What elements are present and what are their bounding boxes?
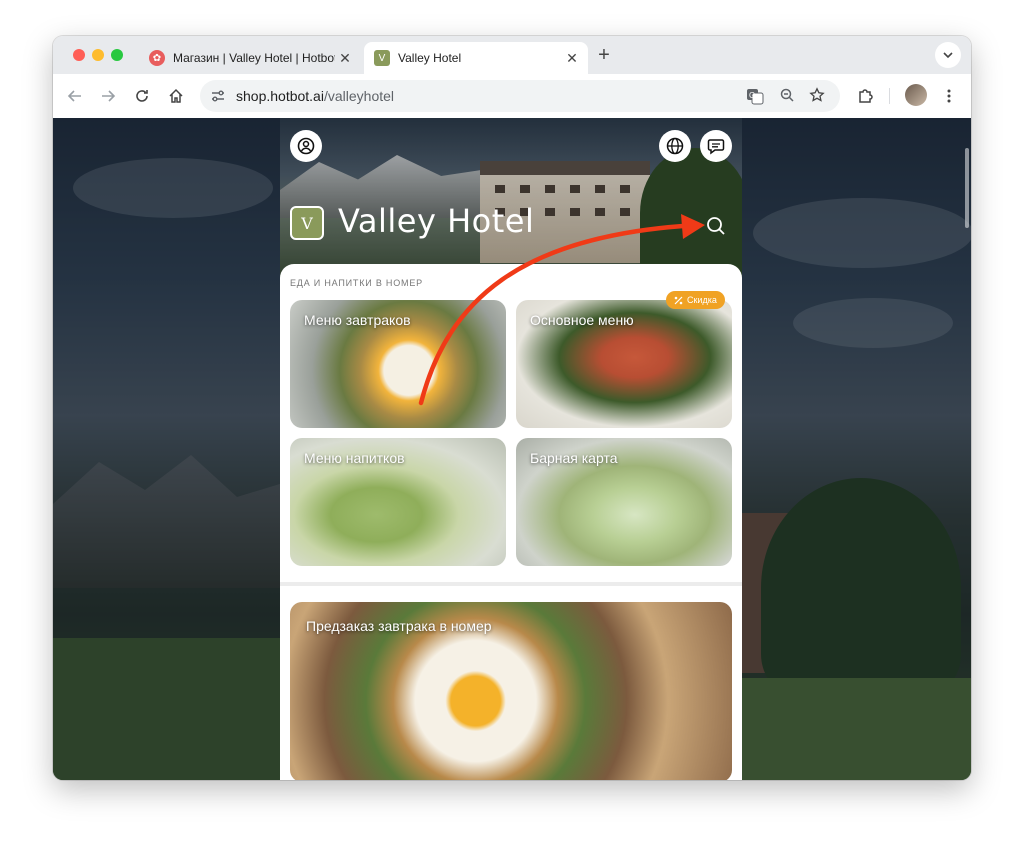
user-icon	[297, 137, 315, 155]
discount-badge: Скидка	[666, 291, 725, 309]
card-drinks-menu[interactable]: Меню напитков	[290, 438, 506, 566]
url-text[interactable]: shop.hotbot.ai/valleyhotel	[236, 88, 394, 104]
hotbot-favicon-icon: ✿	[149, 50, 165, 66]
site-settings-icon[interactable]	[210, 88, 226, 107]
reload-icon	[136, 90, 148, 102]
hotel-shop-app: V Valley Hotel ЕДА И НАПИТКИ В НОМЕР Мен…	[280, 118, 742, 780]
chat-icon	[707, 139, 725, 155]
card-label: Предзаказ завтрака в номер	[306, 618, 492, 634]
home-icon	[169, 88, 183, 103]
tab-shop[interactable]: ✿ Магазин | Valley Hotel | Hotbot ✕	[139, 42, 361, 74]
card-label: Основное меню	[530, 312, 634, 328]
puzzle-icon	[859, 89, 873, 103]
chevron-down-icon	[943, 52, 953, 59]
card-breakfast-preorder[interactable]: Предзаказ завтрака в номер	[290, 602, 732, 780]
tab-search-button[interactable]	[935, 42, 961, 68]
card-label: Барная карта	[530, 450, 618, 466]
profile-avatar[interactable]	[905, 84, 927, 106]
hotel-logo: V	[290, 206, 324, 240]
toolbar-separator	[889, 88, 890, 104]
svg-text:G: G	[749, 91, 755, 100]
logo-glyph: V	[301, 213, 313, 233]
section-divider	[280, 582, 742, 586]
close-tab-icon[interactable]: ✕	[562, 50, 582, 67]
back-button[interactable]	[63, 84, 87, 108]
url-path: /valleyhotel	[323, 88, 395, 104]
profile-button[interactable]	[290, 130, 322, 162]
search-button[interactable]	[704, 214, 728, 238]
browser-toolbar: shop.hotbot.ai/valleyhotel G	[53, 74, 971, 119]
tab-strip: ✿ Магазин | Valley Hotel | Hotbot ✕ V Va…	[53, 36, 971, 74]
new-tab-button[interactable]: +	[593, 44, 615, 67]
reload-button[interactable]	[130, 84, 154, 108]
hero-banner: V Valley Hotel	[280, 118, 742, 278]
tab-valley-hotel[interactable]: V Valley Hotel ✕	[364, 42, 588, 74]
maximize-window-button[interactable]	[111, 49, 123, 61]
forward-button[interactable]	[96, 84, 120, 108]
card-label: Меню напитков	[304, 450, 405, 466]
close-window-button[interactable]	[73, 49, 85, 61]
home-button[interactable]	[164, 84, 188, 108]
hotel-name: Valley Hotel	[338, 202, 535, 240]
card-main-menu[interactable]: Основное меню	[516, 300, 732, 428]
extensions-button[interactable]	[853, 84, 877, 108]
browser-window: ✿ Магазин | Valley Hotel | Hotbot ✕ V Va…	[53, 36, 971, 780]
globe-icon	[666, 137, 684, 155]
arrow-right-icon	[102, 90, 116, 102]
url-host: shop.hotbot.ai	[236, 88, 324, 104]
kebab-menu-icon	[947, 89, 951, 103]
zoom-icon[interactable]	[778, 87, 796, 105]
valley-hotel-favicon-icon: V	[374, 50, 390, 66]
card-bar-menu[interactable]: Барная карта	[516, 438, 732, 566]
card-label: Меню завтраков	[304, 312, 411, 328]
chat-button[interactable]	[700, 130, 732, 162]
card-breakfast-menu[interactable]: Меню завтраков	[290, 300, 506, 428]
section-title: ЕДА И НАПИТКИ В НОМЕР	[290, 278, 423, 288]
badge-label: Скидка	[687, 295, 717, 305]
tab-title: Valley Hotel	[398, 51, 462, 65]
browser-menu-button[interactable]	[937, 84, 961, 108]
translate-icon[interactable]: G	[746, 87, 764, 105]
bookmark-star-icon[interactable]	[808, 87, 826, 105]
page-viewport: V Valley Hotel ЕДА И НАПИТКИ В НОМЕР Мен…	[53, 118, 971, 780]
language-button[interactable]	[659, 130, 691, 162]
percent-icon	[674, 296, 683, 304]
search-icon	[707, 217, 725, 235]
page-scrollbar[interactable]	[965, 148, 969, 228]
arrow-left-icon	[67, 90, 81, 102]
close-tab-icon[interactable]: ✕	[335, 50, 355, 67]
address-bar[interactable]: shop.hotbot.ai/valleyhotel G	[200, 80, 840, 112]
minimize-window-button[interactable]	[92, 49, 104, 61]
content-sheet: ЕДА И НАПИТКИ В НОМЕР Меню завтраков Осн…	[280, 264, 742, 780]
tab-title: Магазин | Valley Hotel | Hotbot	[173, 51, 335, 65]
